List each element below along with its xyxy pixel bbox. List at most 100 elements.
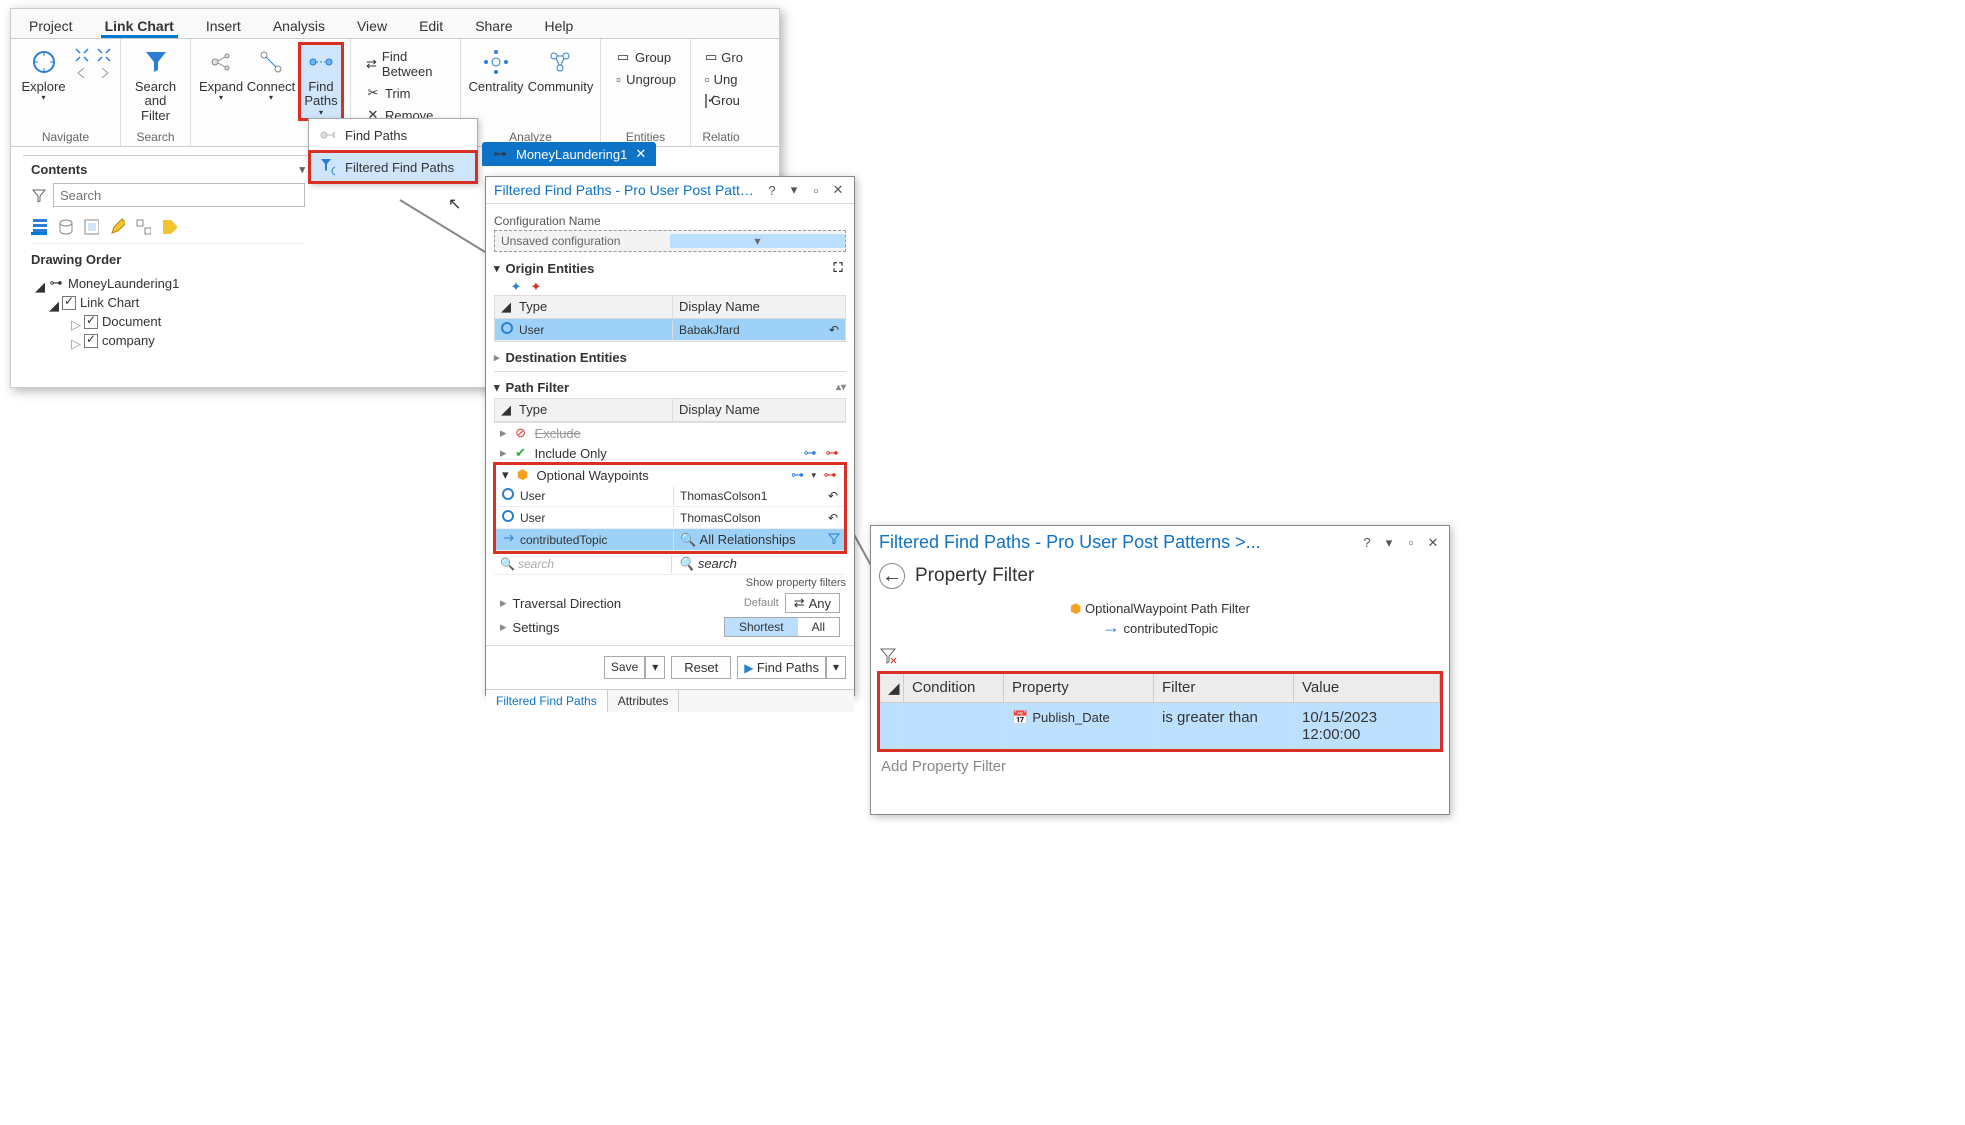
find-between-button[interactable]: ⇄Find Between <box>359 47 452 81</box>
dropdown-filtered-find-paths[interactable]: Filtered Find Paths <box>309 151 477 183</box>
wp-row-1[interactable]: UserThomasColson↶ <box>496 507 844 529</box>
tree-root[interactable]: ◢⊶MoneyLaundering1 <box>31 273 305 293</box>
next-extent-icon[interactable] <box>96 65 112 81</box>
tab-edit[interactable]: Edit <box>415 15 447 38</box>
origin-entities-header[interactable]: Origin Entities <box>506 261 824 276</box>
restore-icon[interactable]: ▫ <box>1403 535 1419 550</box>
connect-button[interactable]: Connect▾ <box>249 43 293 106</box>
list-by-drawing-icon[interactable] <box>31 219 47 235</box>
tab-attributes[interactable]: Attributes <box>608 690 680 712</box>
config-combo[interactable]: Unsaved configuration▾ <box>494 230 846 252</box>
list-by-label-icon[interactable] <box>161 219 177 235</box>
ungroup-button[interactable]: ▫Ungroup <box>609 69 682 89</box>
add-icon[interactable]: ✦ <box>508 279 524 295</box>
search-filter-button[interactable]: Search and Filter <box>129 43 182 126</box>
grou-checkbox[interactable]: Grou <box>699 91 743 110</box>
tab-help[interactable]: Help <box>541 15 578 38</box>
tree-linkchart[interactable]: ◢Link Chart <box>31 293 305 312</box>
zoom-sel-icon[interactable] <box>96 47 112 63</box>
prev-extent-icon[interactable] <box>74 65 90 81</box>
contents-search-input[interactable] <box>53 183 305 207</box>
dest-entities-header[interactable]: Destination Entities <box>506 350 627 365</box>
filter-icon[interactable] <box>31 187 47 203</box>
optional-waypoints-header[interactable]: ▾⬢Optional Waypoints⊶▾⊶ <box>496 465 844 485</box>
wp-row-0[interactable]: UserThomasColson1↶ <box>496 485 844 507</box>
contents-pane: Contents▾ Drawing Order ◢⊶MoneyLaunderin… <box>23 155 313 356</box>
tab-view[interactable]: View <box>353 15 391 38</box>
shortest-all-toggle[interactable]: ShortestAll <box>724 617 840 637</box>
find-paths-icon <box>319 127 335 143</box>
close-icon[interactable]: ✕ <box>830 182 846 198</box>
expand-icon[interactable]: ⛶ <box>830 260 846 276</box>
group-button[interactable]: ▭Group <box>609 47 682 67</box>
dropdown-icon[interactable]: ▾ <box>670 234 845 248</box>
trim-button[interactable]: ✂Trim <box>359 83 452 103</box>
close-tab-icon[interactable]: ✕ <box>635 146 646 162</box>
undo-icon[interactable]: ↶ <box>823 321 845 339</box>
ung-button[interactable]: ▫Ung <box>699 69 743 89</box>
wp-row-2[interactable]: contributedTopic🔍 All Relationships <box>496 529 844 551</box>
list-by-edit-icon[interactable] <box>109 219 125 235</box>
help-icon[interactable]: ? <box>764 183 780 198</box>
path-icon[interactable]: ⊶ <box>802 445 818 461</box>
clear-filter-icon[interactable] <box>879 652 897 667</box>
linkchart-icon: ⊶ <box>48 275 64 291</box>
list-by-source-icon[interactable] <box>57 219 73 235</box>
filter-row[interactable]: 📅 Publish_Date is greater than 10/15/202… <box>880 703 1440 749</box>
expand-button[interactable]: Expand▾ <box>199 43 243 106</box>
filter-icon[interactable] <box>822 530 844 549</box>
undo-icon[interactable]: ↶ <box>822 487 844 505</box>
tab-analysis[interactable]: Analysis <box>269 15 329 38</box>
arrow-right-icon: → <box>1102 617 1120 637</box>
add-property-filter[interactable]: Add Property Filter <box>871 752 1449 781</box>
close-icon[interactable]: ✕ <box>1425 535 1441 551</box>
gro-button[interactable]: ▭Gro <box>699 47 743 67</box>
settings-row[interactable]: ▸SettingsShortestAll <box>494 615 846 639</box>
group-relatio: Relatio <box>699 128 743 144</box>
centrality-button[interactable]: Centrality <box>469 43 523 97</box>
tab-ffp[interactable]: Filtered Find Paths <box>486 690 608 712</box>
contents-title: Contents <box>31 162 87 177</box>
back-icon[interactable]: ← <box>879 563 905 589</box>
list-by-select-icon[interactable] <box>83 219 99 235</box>
include-only-row[interactable]: ▸✔Include Only⊶⊶ <box>494 443 846 463</box>
chevron-down-icon[interactable]: ▾ <box>299 163 305 176</box>
undo-icon[interactable]: ↶ <box>822 509 844 527</box>
tree-company[interactable]: ▷company <box>31 331 305 350</box>
checkbox-icon[interactable] <box>84 334 98 348</box>
help-icon[interactable]: ? <box>1359 535 1375 550</box>
origin-row[interactable]: UserBabakJfard↶ <box>495 319 845 341</box>
col-condition: Condition <box>904 674 1004 702</box>
property-filter-table: ◢ Condition Property Filter Value 📅 Publ… <box>877 671 1443 752</box>
save-button[interactable]: Save▾ <box>604 656 665 679</box>
autohide-icon[interactable]: ▾ <box>1381 535 1397 551</box>
checkbox-icon[interactable] <box>84 315 98 329</box>
remove-red-icon[interactable]: ✦ <box>528 279 544 295</box>
exclude-row[interactable]: ▸⊘Exclude <box>494 423 846 443</box>
zoom-full-icon[interactable] <box>74 47 90 63</box>
restore-icon[interactable]: ▫ <box>808 183 824 198</box>
checkbox-icon[interactable] <box>62 296 76 310</box>
tab-share[interactable]: Share <box>471 15 516 38</box>
find-paths-button[interactable]: Find Paths▾ <box>299 43 343 120</box>
checkbox-icon <box>705 94 707 108</box>
traversal-direction[interactable]: ▸Traversal DirectionDefault⇄Any <box>494 591 846 615</box>
autohide-icon[interactable]: ▾ <box>786 182 802 198</box>
tree-document[interactable]: ▷Document <box>31 312 305 331</box>
tab-link-chart[interactable]: Link Chart <box>101 15 178 38</box>
list-by-snap-icon[interactable] <box>135 219 151 235</box>
path-filter-header[interactable]: Path Filter <box>506 380 830 395</box>
tab-insert[interactable]: Insert <box>202 15 245 38</box>
tab-project[interactable]: Project <box>25 15 77 38</box>
find-paths-run-button[interactable]: ▶ Find Paths▾ <box>737 656 846 679</box>
community-button[interactable]: Community <box>529 43 592 97</box>
pf-title: Filtered Find Paths - Pro User Post Patt… <box>879 532 1353 553</box>
collapse-up-icon[interactable]: ▴▾ <box>836 382 846 393</box>
path-red-icon[interactable]: ⊶ <box>824 445 840 461</box>
search-row[interactable]: 🔍search🔍 search <box>494 553 846 575</box>
chart-tab[interactable]: ⊶ MoneyLaundering1 ✕ <box>482 142 656 166</box>
show-prop-filters[interactable]: Show property filters <box>494 575 846 591</box>
config-name-label: Configuration Name <box>494 214 846 228</box>
explore-button[interactable]: Explore▾ <box>19 43 68 106</box>
reset-button[interactable]: Reset <box>671 656 731 679</box>
